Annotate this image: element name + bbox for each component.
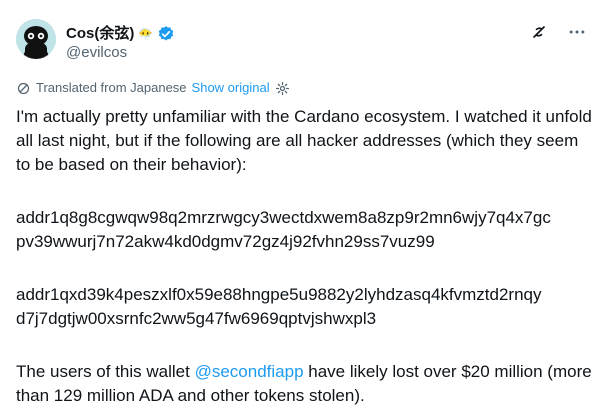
post-intro: I'm actually pretty unfamiliar with the … [16,107,592,174]
translation-row: Translated from Japanese Show original [16,80,290,96]
translate-icon [16,81,31,96]
show-original-link[interactable]: Show original [192,80,270,96]
post-actions [529,22,587,42]
emoji-badge: 😶‍🌫️ [138,27,154,41]
verified-badge-icon [157,25,175,43]
address-2-line-1: addr1qxd39k4peszxlf0x59e88hngpe5u9882y2l… [16,285,542,304]
translation-label: Translated from Japanese [36,80,187,95]
address-1-line-1: addr1q8g8cgwqw98q2mrzrwgcy3wectdxwem8a8z… [16,208,551,227]
translation-settings-icon[interactable] [275,81,290,96]
closing-text-before: The users of this wallet [16,362,195,381]
mention-link[interactable]: @secondfiapp [195,362,304,381]
avatar[interactable] [16,19,56,59]
address-1-line-2: pv39wwurj7n72akw4kd0dgmv72gz4j92fvhn29ss… [16,232,435,251]
author-name[interactable]: Cos(余弦) [66,24,134,44]
author-handle[interactable]: @evilcos [66,43,127,63]
author-name-row[interactable]: Cos(余弦) 😶‍🌫️ [66,24,175,44]
address-2-line-2: d7j7dgtjw00xsrnfc2ww5g47fw6969qptvjshwxp… [16,309,377,328]
more-icon[interactable] [567,22,587,42]
grok-icon[interactable] [529,22,549,42]
avatar-image [16,19,56,59]
post-body: I'm actually pretty unfamiliar with the … [16,105,596,408]
